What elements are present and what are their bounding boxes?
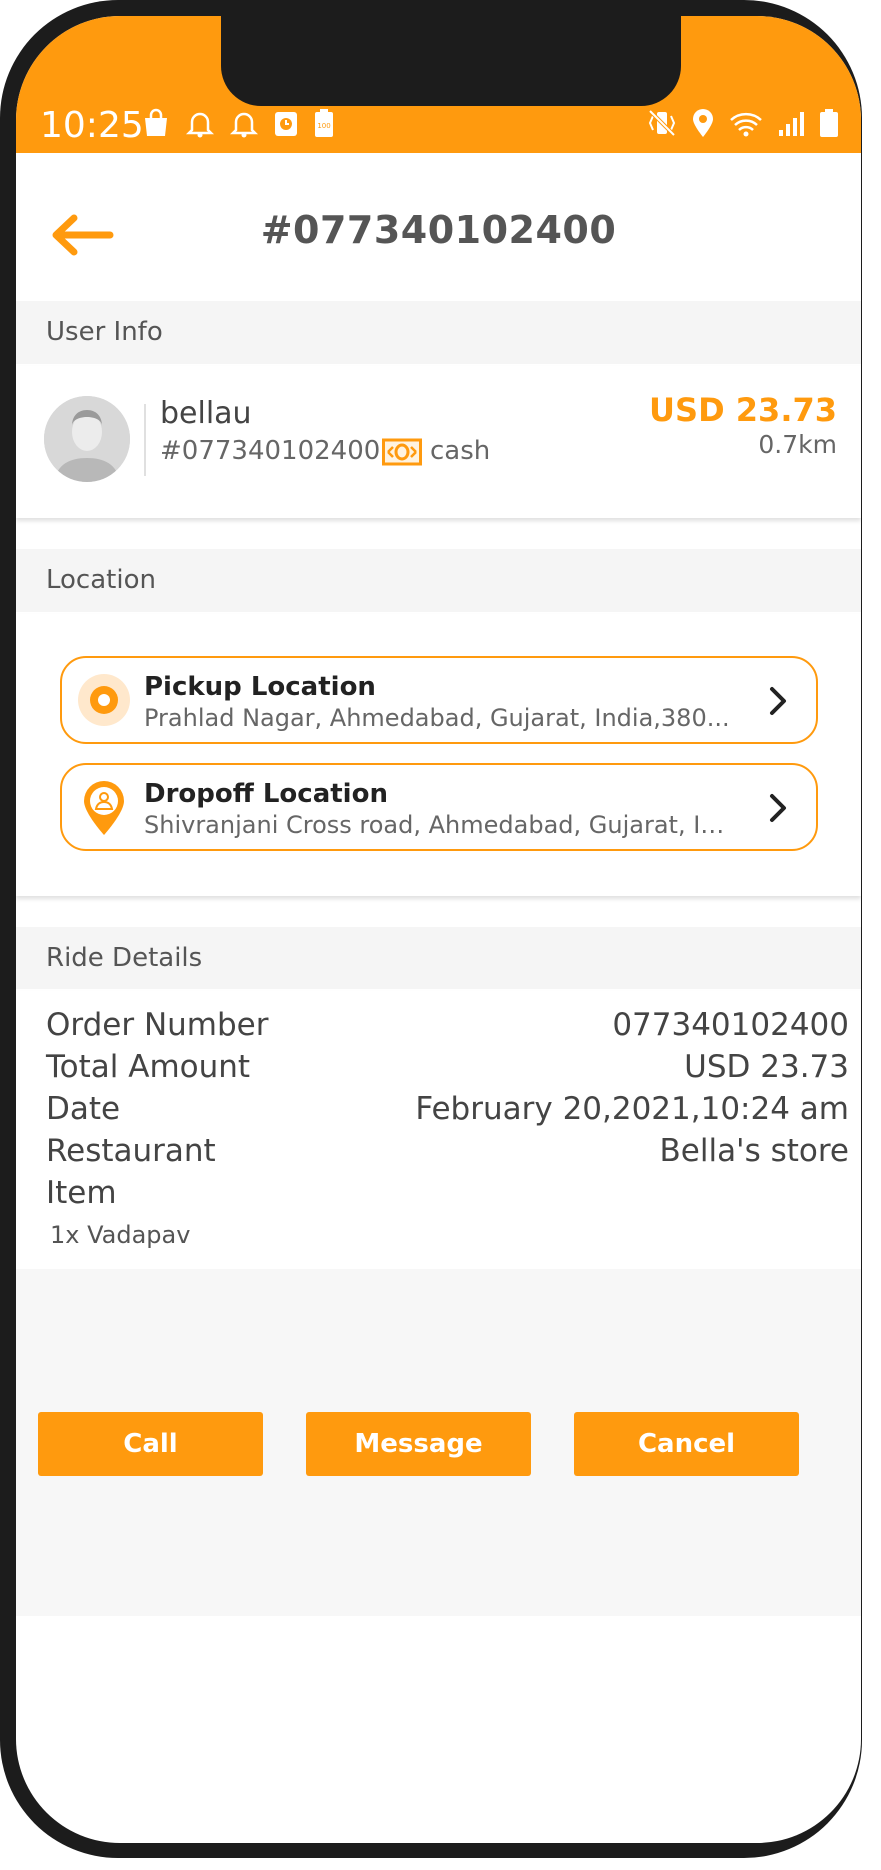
section-header-ride-details: Ride Details bbox=[16, 927, 861, 989]
bag-icon bbox=[145, 108, 167, 136]
chevron-right-icon bbox=[770, 687, 786, 715]
divider bbox=[144, 404, 146, 476]
bell-icon bbox=[185, 112, 215, 138]
wifi-icon bbox=[730, 112, 762, 137]
clock-icon bbox=[275, 112, 297, 136]
pickup-location-button[interactable]: Pickup Location Prahlad Nagar, Ahmedabad… bbox=[60, 656, 818, 744]
detail-row-order-number: Order Number 077340102400 bbox=[46, 1007, 849, 1047]
detail-label: Restaurant bbox=[46, 1133, 216, 1169]
location-icon bbox=[693, 109, 713, 137]
detail-value: 077340102400 bbox=[612, 1007, 849, 1043]
page-title: #077340102400 bbox=[260, 208, 617, 252]
user-name: bellau bbox=[160, 396, 252, 431]
detail-label: Date bbox=[46, 1091, 121, 1127]
battery-saver-icon: 100 bbox=[315, 109, 333, 137]
cash-icon bbox=[382, 438, 422, 466]
dropoff-location-button[interactable]: Dropoff Location Shivranjani Cross road,… bbox=[60, 763, 818, 851]
detail-value: Bella's store bbox=[659, 1133, 850, 1169]
pickup-marker-icon bbox=[78, 674, 130, 726]
user-order-id: #077340102400 bbox=[160, 436, 381, 466]
dropoff-address: Shivranjani Cross road, Ahmedabad, Gujar… bbox=[144, 811, 734, 839]
pickup-address: Prahlad Nagar, Ahmedabad, Gujarat, India… bbox=[144, 704, 730, 732]
chevron-right-icon bbox=[770, 794, 786, 822]
phone-frame: 10:25 100 #077340102400 User Info bellau… bbox=[0, 0, 862, 1858]
person-icon bbox=[44, 396, 130, 482]
signal-icon bbox=[779, 112, 804, 136]
ride-details-card: Order Number 077340102400 Total Amount U… bbox=[16, 991, 861, 1269]
battery-icon bbox=[820, 109, 838, 137]
list-item: 1x Vadapav bbox=[50, 1221, 191, 1249]
svg-text:100: 100 bbox=[317, 122, 330, 130]
status-notification-icons: 100 bbox=[141, 108, 335, 138]
dropoff-pin-icon bbox=[84, 781, 124, 835]
detail-value: USD 23.73 bbox=[684, 1049, 849, 1085]
location-card: Pickup Location Prahlad Nagar, Ahmedabad… bbox=[16, 614, 861, 896]
section-header-location: Location bbox=[16, 549, 861, 612]
cancel-button[interactable]: Cancel bbox=[574, 1412, 799, 1476]
message-button[interactable]: Message bbox=[306, 1412, 531, 1476]
status-system-icons bbox=[647, 108, 839, 138]
order-amount: USD 23.73 bbox=[649, 391, 837, 429]
detail-row-total-amount: Total Amount USD 23.73 bbox=[46, 1049, 849, 1089]
vibrate-icon bbox=[648, 109, 676, 137]
detail-row-item: Item bbox=[46, 1175, 849, 1215]
avatar bbox=[44, 396, 130, 482]
status-time: 10:25 bbox=[40, 105, 144, 146]
actions-area: Call Message Cancel bbox=[16, 1269, 861, 1616]
detail-row-date: Date February 20,2021,10:24 am bbox=[46, 1091, 849, 1131]
camera-notch bbox=[221, 16, 681, 106]
user-info-card: bellau #077340102400 cash USD 23.73 0.7k… bbox=[16, 366, 861, 518]
detail-value: February 20,2021,10:24 am bbox=[415, 1091, 849, 1127]
section-header-user-info: User Info bbox=[16, 301, 861, 364]
pickup-title: Pickup Location bbox=[144, 672, 376, 702]
payment-method: cash bbox=[430, 436, 491, 466]
order-distance: 0.7km bbox=[758, 430, 837, 459]
detail-label: Item bbox=[46, 1175, 117, 1211]
dropoff-title: Dropoff Location bbox=[144, 779, 388, 809]
bell-icon bbox=[229, 112, 259, 138]
call-button[interactable]: Call bbox=[38, 1412, 263, 1476]
detail-row-restaurant: Restaurant Bella's store bbox=[46, 1133, 849, 1173]
app-screen: 10:25 100 #077340102400 User Info bellau… bbox=[16, 16, 861, 1843]
detail-label: Order Number bbox=[46, 1007, 269, 1043]
app-header: #077340102400 bbox=[16, 153, 861, 301]
detail-label: Total Amount bbox=[46, 1049, 251, 1085]
status-bar: 10:25 100 bbox=[16, 16, 861, 153]
